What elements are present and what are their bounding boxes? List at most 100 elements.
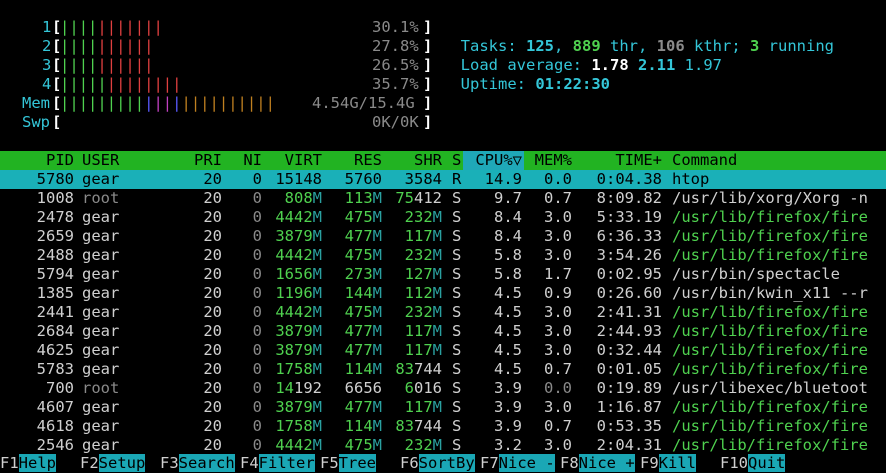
- state-cell: S: [452, 284, 462, 302]
- column-header-ni[interactable]: NI: [243, 151, 262, 170]
- column-header-shr[interactable]: SHR: [414, 151, 442, 170]
- function-key-code: F10: [720, 454, 748, 472]
- time-cell: 0:32.44: [596, 341, 662, 359]
- process-row[interactable]: 4618 gear 20 0 1758M 114M 83744 S 3.9 0.7 0:53.35 /…: [0, 417, 886, 436]
- pri-cell: 20: [203, 398, 222, 416]
- user-cell: gear: [82, 322, 120, 340]
- cpu-percent: 26.5%: [372, 56, 419, 74]
- swp-value: 0K/0K: [372, 113, 419, 131]
- load-15: 1.97: [684, 56, 722, 74]
- function-key-f5[interactable]: F5Tree: [320, 454, 376, 473]
- cpu-meter-4: 4[||||||||||||| 35.7%]: [0, 75, 440, 94]
- function-key-f7[interactable]: F7Nice -: [480, 454, 555, 473]
- user-cell: gear: [82, 208, 120, 226]
- function-key-f6[interactable]: F6SortBy: [400, 454, 475, 473]
- process-row[interactable]: 2441 gear 20 0 4442M 475M 232M S 4.5 3.0 2:41.31/u…: [0, 303, 886, 322]
- command-cell: /usr/libexec/bluetoot: [672, 379, 868, 397]
- process-row[interactable]: 4625 gear 20 0 3879M 477M 117M S 4.5 3.0 0:32.44/u…: [0, 341, 886, 360]
- process-row[interactable]: 4607 gear 20 0 3879M 477M 117M S 3.9 3.0 1:16.87/u…: [0, 398, 886, 417]
- process-row[interactable]: 5783 gear 20 0 1758M 114M 83744 S 4.5 0.7 0:01.05 /…: [0, 360, 886, 379]
- column-header-command[interactable]: Command: [672, 151, 737, 170]
- process-row[interactable]: 2546 gear 20 0 4442M 475M 232M S 3.2 3.0 2:04.31/u…: [0, 436, 886, 455]
- swap-meter: Swp[0K/0K]: [0, 113, 440, 132]
- process-row[interactable]: 2684 gear 20 0 3879M 477M 117M S 4.5 3.0 2:44.93/u…: [0, 322, 886, 341]
- time-cell: 0:01.05: [596, 360, 662, 378]
- uptime-line: Uptime: 01:22:30: [442, 56, 610, 93]
- process-row[interactable]: 2478 gear 20 0 4442M 475M 232M S 8.4 3.0 5:33.19/u…: [0, 208, 886, 227]
- process-row[interactable]: 2659 gear 20 0 3879M 477M 117M S 8.4 3.0 6:36.33/u…: [0, 227, 886, 246]
- process-row[interactable]: 1008 root 20 0 808M 113M 75412 S 9.7 0.7 8:09.82/u…: [0, 189, 886, 208]
- cpu-meter-3: 3[|||||||||| 26.5%]: [0, 56, 440, 75]
- pid-cell: 2488: [36, 246, 74, 264]
- meter-close-bracket: ]: [423, 75, 433, 93]
- function-key-f10[interactable]: F10Quit: [720, 454, 786, 473]
- function-key-label: Filter: [258, 454, 315, 472]
- process-row[interactable]: 700 root 20 0 14192 6656 6016 S 3.9 0.0 0:19.89/us…: [0, 379, 886, 398]
- function-key-bar: F1Help F2Setup F3Search F4Filter F5Tree F6Sor…: [0, 454, 886, 473]
- ni-cell: 0: [252, 303, 262, 321]
- virt-cell: 1758M: [275, 417, 322, 435]
- virt-cell: 14192: [275, 379, 322, 397]
- pri-cell: 20: [203, 341, 222, 359]
- function-key-label: Help: [18, 454, 56, 472]
- column-header-pid[interactable]: PID: [46, 151, 74, 170]
- column-header-cpu[interactable]: CPU%▽: [463, 151, 522, 170]
- virt-cell: 808M: [284, 189, 322, 207]
- res-cell: 475M: [344, 208, 382, 226]
- function-key-f2[interactable]: F2Setup: [80, 454, 146, 473]
- load-5: 2.11: [638, 56, 676, 74]
- function-key-f8[interactable]: F8Nice +: [560, 454, 635, 473]
- function-key-f4[interactable]: F4Filter: [240, 454, 315, 473]
- command-cell: /usr/lib/firefox/fire: [672, 322, 868, 340]
- cpu-cell: 14.9: [484, 170, 522, 188]
- pri-cell: 20: [203, 303, 222, 321]
- command-cell: /usr/lib/firefox/fire: [672, 417, 868, 435]
- shr-cell: 117M: [404, 398, 442, 416]
- process-row[interactable]: 5794 gear 20 0 1656M 273M 127M S 5.8 1.7 0:02.95/u…: [0, 265, 886, 284]
- process-row[interactable]: 2488 gear 20 0 4442M 475M 232M S 5.8 3.0 3:54.26/u…: [0, 246, 886, 265]
- column-header-mem[interactable]: MEM%: [535, 151, 572, 170]
- virt-cell: 1196M: [275, 284, 322, 302]
- column-header-time[interactable]: TIME+: [615, 151, 662, 170]
- res-cell: 477M: [344, 227, 382, 245]
- cpu-percent: 30.1%: [372, 18, 419, 36]
- meter-close-bracket: ]: [423, 56, 433, 74]
- state-cell: S: [452, 208, 462, 226]
- column-header-res[interactable]: RES: [354, 151, 382, 170]
- column-header-virt[interactable]: VIRT: [285, 151, 322, 170]
- meter-close-bracket: ]: [423, 94, 433, 112]
- mem-cell: 3.0: [544, 303, 572, 321]
- mem-cell: 3.0: [544, 398, 572, 416]
- cpu-label: 1: [42, 18, 52, 36]
- tasks-line: Tasks: 125, 889 thr, 106 kthr; 3 running: [442, 18, 834, 55]
- meter-close-bracket: ]: [423, 18, 433, 36]
- mem-label: Mem: [22, 94, 50, 112]
- function-key-code: F6: [400, 454, 419, 472]
- function-key-label: Nice +: [578, 454, 635, 472]
- function-key-f1[interactable]: F1Help: [0, 454, 56, 473]
- pid-cell: 2441: [36, 303, 74, 321]
- time-cell: 2:44.93: [596, 322, 662, 340]
- process-row[interactable]: 1385 gear 20 0 1196M 144M 112M S 4.5 0.9 0:26.60/u…: [0, 284, 886, 303]
- ni-cell: 0: [252, 436, 262, 454]
- shr-cell: 6016: [404, 379, 442, 397]
- time-cell: 0:19.89: [596, 379, 662, 397]
- function-key-code: F4: [240, 454, 259, 472]
- column-header-s[interactable]: S: [452, 151, 461, 170]
- state-cell: S: [452, 360, 462, 378]
- pri-cell: 20: [203, 379, 222, 397]
- function-key-f3[interactable]: F3Search: [160, 454, 235, 473]
- function-key-f9[interactable]: F9Kill: [640, 454, 696, 473]
- mem-cell: 3.0: [544, 341, 572, 359]
- shr-cell: 83744: [395, 417, 442, 435]
- virt-cell: 4442M: [275, 436, 322, 454]
- pri-cell: 20: [203, 246, 222, 264]
- column-header-pri[interactable]: PRI: [194, 151, 222, 170]
- mem-cell: 0.7: [544, 189, 572, 207]
- column-header-user[interactable]: USER: [82, 151, 119, 170]
- command-cell: /usr/lib/firefox/fire: [672, 208, 868, 226]
- ni-cell: 0: [252, 189, 262, 207]
- process-row[interactable]: 5780 gear 20 0 15148 5760 3584 R 14.9 0.0 0:04.38 h…: [0, 170, 886, 189]
- memory-bar: |||||||||||||||||||||||: [60, 94, 275, 112]
- load-average-line: Load average: 1.78 2.11 1.97: [442, 37, 722, 74]
